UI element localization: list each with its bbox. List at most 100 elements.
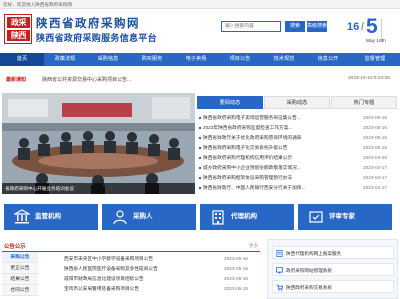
header: 政采 陕西 陕西省政府采购网 陕西省政府采购服务信息平台 搜索 高级搜索 16 …: [0, 9, 400, 51]
announcement-title[interactable]: 咸阳市财政局信息化建设项目招标公告: [64, 274, 214, 284]
news-item[interactable]: 城乡政府采购中小企业预留份额政策落实情况... 2023-04-17: [197, 163, 397, 173]
news-title[interactable]: 2023年陕西省政府采购监督检查工作方案...: [203, 123, 361, 133]
service-link-site-management[interactable]: 政府采购网站管理系统: [272, 263, 394, 276]
bullet-icon: [199, 117, 201, 119]
news-title[interactable]: 陕西省财政厅、中国人民银行西安分行关于加快...: [203, 183, 361, 193]
bullet-icon: [199, 177, 201, 179]
list-item[interactable]: 咸阳市财政局信息化建设项目招标公告 2023-05-16: [64, 274, 260, 284]
nav-info-disclosure[interactable]: 信息公开: [306, 53, 350, 66]
welcome-text: 您好，欢迎进入陕西省政府采购网: [3, 1, 72, 7]
category-contract-notice[interactable]: 合同公告: [2, 285, 38, 296]
nav-tech-spec[interactable]: 技术规范: [262, 53, 306, 66]
news-title[interactable]: 城乡政府采购中小企业预留份额政策落实情况...: [203, 163, 361, 173]
news-item[interactable]: 陕西省政府采购代理机构信用评价结果公示 2023-04-28: [197, 153, 397, 163]
date-separator: /: [361, 21, 365, 33]
news-item[interactable]: 陕西省政府采购电子化交易系统升级公告 2023-05-15: [197, 143, 397, 153]
date-month: 16: [347, 21, 360, 33]
advanced-search-button[interactable]: 高级搜索: [307, 21, 327, 32]
news-item[interactable]: 陕西省政府采购电子卖场运营服务商征集公告... 2023-05-16: [197, 113, 397, 123]
quick-expert[interactable]: 评审专家: [298, 204, 392, 230]
photo-caption[interactable]: 省政府采购中心开展业务培训会议: [2, 183, 195, 194]
news-title[interactable]: 陕西省政府采购电子卖场运营服务商征集公告...: [203, 113, 361, 123]
nav-procurement-info[interactable]: 采购信息: [86, 53, 130, 66]
news-photo[interactable]: 省政府采购中心开展业务培训会议: [2, 93, 195, 194]
news-date: 2023-05-15: [363, 135, 387, 140]
nav-home[interactable]: 首页: [0, 53, 44, 66]
quick-expert-label: 评审专家: [329, 213, 355, 220]
announcement-title[interactable]: 宝鸡市公安局警用装备采购项目公告: [64, 284, 214, 294]
news-date: 2023-04-17: [363, 175, 387, 180]
nav-supervision[interactable]: 监督管理: [350, 53, 400, 66]
expert-icon: [309, 211, 323, 223]
category-correction-notice[interactable]: 更正公告: [2, 263, 38, 274]
meeting-photo-image: [2, 93, 195, 194]
service-link-agency-filing[interactable]: 陕西代理机构网上备案服务: [272, 246, 394, 259]
news-title[interactable]: 陕西省政府采购电子化交易系统升级公告: [203, 143, 361, 153]
news-title[interactable]: 陕西省政府采购框架协议采购管理暂行办法: [203, 173, 361, 183]
bullet-icon: [199, 187, 201, 189]
search-input[interactable]: [222, 22, 280, 31]
news-item[interactable]: 陕西省财政厅、中国人民银行西安分行关于加快... 2023-04-17: [197, 183, 397, 193]
service-label: 陕西政府采购交易系统: [286, 285, 332, 290]
site-logo[interactable]: 政采 陕西: [4, 14, 32, 44]
bank-icon: [14, 209, 30, 224]
date-divider: [381, 19, 382, 41]
category-purchase-notice[interactable]: 采购公告: [2, 252, 38, 263]
list-item[interactable]: 宝鸡市公安局警用装备采购项目公告 2023-05-15: [64, 284, 260, 294]
news-date: 2023-04-17: [363, 185, 387, 190]
date-string: May 16th: [366, 39, 386, 44]
bullet-icon: [199, 167, 201, 169]
tab-procurement-news[interactable]: 采购动态: [264, 96, 330, 109]
logo-line2: 陕西: [7, 30, 30, 41]
announcement-title[interactable]: 西安市未央区中小学教学设备采购项目公告: [64, 254, 214, 264]
tab-news[interactable]: 要闻动态: [197, 96, 263, 109]
service-link-trading-system[interactable]: 陕西政府采购交易系统: [272, 280, 394, 293]
service-label: 政府采购网站管理系统: [286, 268, 332, 273]
quick-agency[interactable]: 代理机构: [200, 204, 294, 230]
nav-project-notice[interactable]: 项目公告: [218, 53, 262, 66]
news-date: 2023-05-16: [363, 125, 387, 130]
tab-hot-topics[interactable]: 热门专题: [331, 96, 397, 109]
news-date: 2023-05-15: [363, 145, 387, 150]
nav-purchase-service[interactable]: 购买服务: [130, 53, 174, 66]
person-icon: [113, 210, 127, 225]
list-item[interactable]: 陕西省人民医院医疗设备采购竞争性磋商公告 2023-05-16: [64, 264, 260, 274]
news-date: 2023-04-17: [363, 165, 387, 170]
announcement-date: 2023-05-15: [224, 286, 248, 291]
bullet-icon: [199, 137, 201, 139]
news-item[interactable]: 2023年陕西省政府采购监督检查工作方案... 2023-05-16: [197, 123, 397, 133]
building-icon: [212, 210, 224, 225]
notice-link[interactable]: 陕西省公共资源交易中心采购项目公告...: [42, 76, 131, 83]
search-button[interactable]: 搜索: [285, 21, 305, 32]
news-title[interactable]: 陕西省财政厅关于优化政府采购营商环境的通知: [203, 133, 361, 143]
news-tabs: 要闻动态 采购动态 热门专题: [197, 96, 397, 109]
quick-agency-label: 代理机构: [231, 213, 257, 220]
announcement-title[interactable]: 陕西省人民医院医疗设备采购竞争性磋商公告: [64, 264, 214, 274]
news-item[interactable]: 陕西省财政厅关于优化政府采购营商环境的通知 2023-05-15: [197, 133, 397, 143]
bullet-icon: [199, 127, 201, 129]
list-item[interactable]: 西安市未央区中小学教学设备采购项目公告 2023-05-16: [64, 254, 260, 264]
cart-icon: [276, 284, 283, 291]
news-title[interactable]: 陕西省政府采购代理机构信用评价结果公示: [203, 153, 361, 163]
bullet-icon: [199, 147, 201, 149]
nav-policy[interactable]: 政策法规: [44, 53, 86, 66]
service-label: 陕西代理机构网上备案服务: [286, 251, 342, 256]
quick-purchaser[interactable]: 采购人: [102, 204, 196, 230]
monitor-icon: [276, 267, 283, 274]
document-icon: [276, 250, 283, 257]
site-title: 陕西省政府采购网: [36, 16, 140, 30]
category-result-notice[interactable]: 结果公告: [2, 274, 38, 285]
search-box: [221, 21, 281, 32]
nav-e-mall[interactable]: 电子卖场: [174, 53, 218, 66]
top-bar: 您好，欢迎进入陕西省政府采购网: [0, 0, 400, 9]
more-link[interactable]: 更多: [249, 243, 258, 249]
site-subtitle: 陕西省政府采购服务信息平台: [36, 33, 157, 43]
news-date: 2023-04-28: [363, 155, 387, 160]
quick-regulator[interactable]: 监管机构: [4, 204, 98, 230]
announcement-date: 2023-05-16: [224, 256, 248, 261]
service-panel: 陕西代理机构网上备案服务 政府采购网站管理系统 陕西政府采购交易系统: [267, 239, 398, 299]
quick-regulator-label: 监管机构: [35, 213, 61, 220]
news-item[interactable]: 陕西省政府采购框架协议采购管理暂行办法 2023-04-17: [197, 173, 397, 183]
logo-line1: 政采: [7, 17, 30, 28]
date-day: 5: [366, 15, 378, 38]
